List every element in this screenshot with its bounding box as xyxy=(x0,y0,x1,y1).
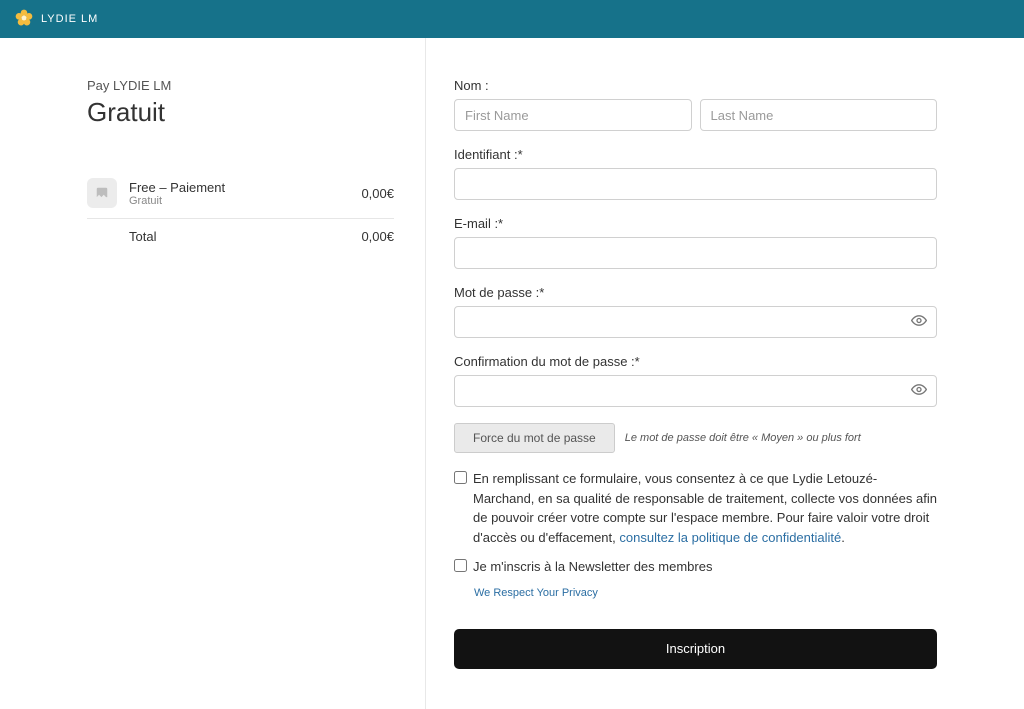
email-input[interactable] xyxy=(454,237,937,269)
username-label: Identifiant :* xyxy=(454,147,937,162)
name-label: Nom : xyxy=(454,78,937,93)
newsletter-checkbox[interactable] xyxy=(454,559,467,572)
confirm-password-label: Confirmation du mot de passe :* xyxy=(454,354,937,369)
privacy-policy-link[interactable]: consultez la politique de confidentialit… xyxy=(619,530,841,545)
consent-period: . xyxy=(841,530,845,545)
eye-icon[interactable] xyxy=(911,313,927,332)
consent-text: En remplissant ce formulaire, vous conse… xyxy=(473,469,937,547)
product-placeholder-icon xyxy=(87,178,117,208)
consent-checkbox[interactable] xyxy=(454,471,467,484)
item-name: Free – Paiement xyxy=(129,180,361,195)
eye-icon[interactable] xyxy=(911,382,927,401)
last-name-input[interactable] xyxy=(700,99,938,131)
password-input[interactable] xyxy=(454,306,937,338)
plan-title: Gratuit xyxy=(87,97,394,128)
email-label: E-mail :* xyxy=(454,216,937,231)
password-strength-indicator: Force du mot de passe xyxy=(454,423,615,453)
pay-label: Pay LYDIE LM xyxy=(87,78,394,93)
password-label: Mot de passe :* xyxy=(454,285,937,300)
vertical-divider xyxy=(425,38,426,709)
flower-logo-icon xyxy=(14,8,34,31)
line-item: Free – Paiement Gratuit 0,00€ xyxy=(87,168,394,219)
total-price: 0,00€ xyxy=(361,229,394,244)
confirm-password-input[interactable] xyxy=(454,375,937,407)
signup-form: Nom : Identifiant :* E-mail :* Mot de pa… xyxy=(424,38,937,709)
item-sub: Gratuit xyxy=(129,195,361,207)
password-strength-note: Le mot de passe doit être « Moyen » ou p… xyxy=(625,432,861,444)
brand[interactable]: LYDIE LM xyxy=(14,8,98,31)
newsletter-label: Je m'inscris à la Newsletter des membres xyxy=(473,557,712,577)
total-label: Total xyxy=(129,229,361,244)
top-bar: LYDIE LM xyxy=(0,0,1024,38)
submit-button[interactable]: Inscription xyxy=(454,629,937,669)
summary-pane: Pay LYDIE LM Gratuit Free – Paiement Gra… xyxy=(87,38,424,709)
privacy-note-link[interactable]: We Respect Your Privacy xyxy=(474,587,937,599)
item-price: 0,00€ xyxy=(361,186,394,201)
first-name-input[interactable] xyxy=(454,99,692,131)
brand-name: LYDIE LM xyxy=(41,13,98,25)
username-input[interactable] xyxy=(454,168,937,200)
total-row: Total 0,00€ xyxy=(87,219,394,254)
